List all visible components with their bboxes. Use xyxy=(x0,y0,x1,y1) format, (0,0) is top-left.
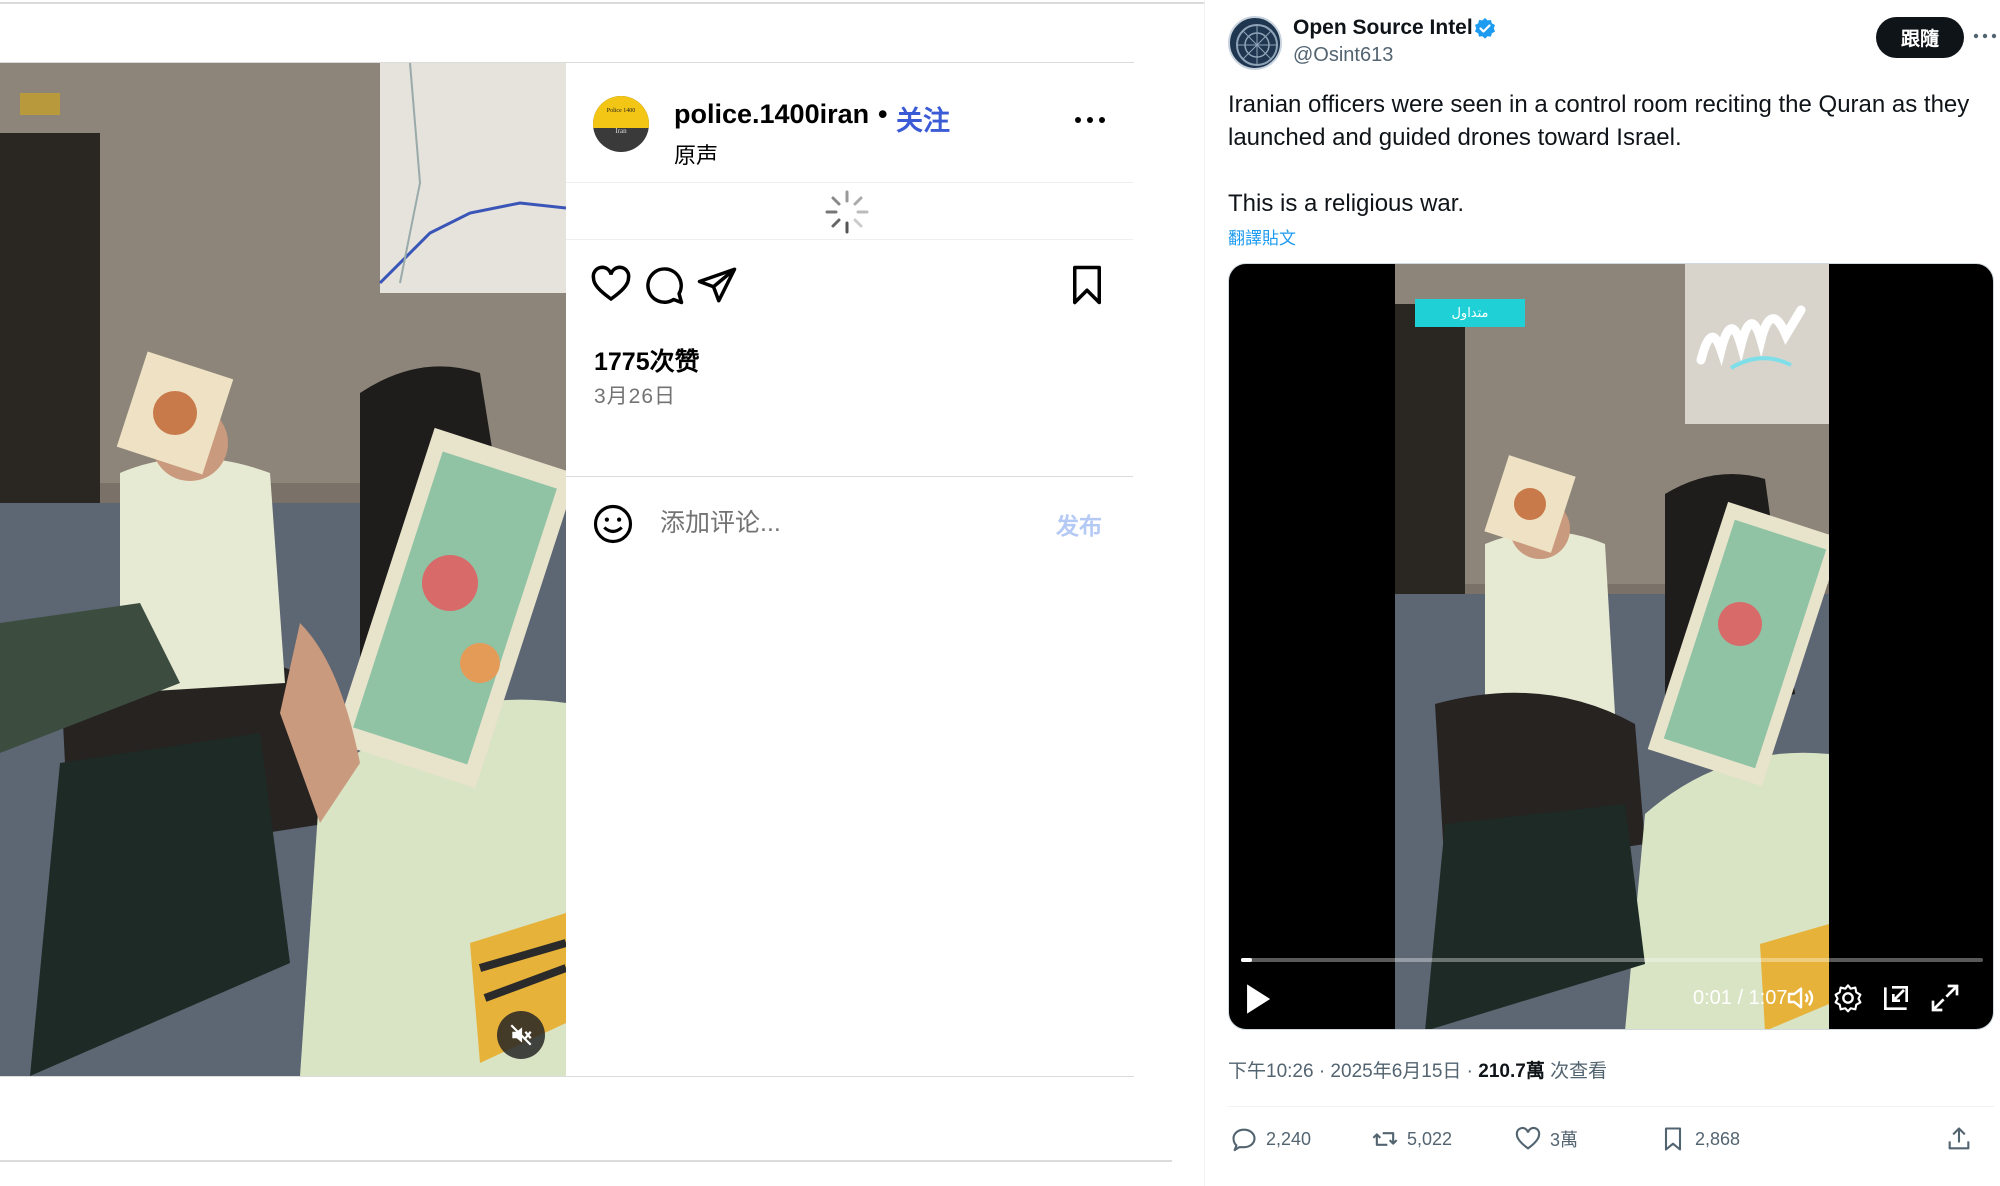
loading-spinner xyxy=(825,190,869,234)
translate-link[interactable]: 翻譯貼文 xyxy=(1228,224,1296,249)
comment-composer: 发布 xyxy=(566,477,1133,573)
heart-icon[interactable] xyxy=(590,264,632,306)
overlay-tag: متداول xyxy=(1415,299,1525,327)
repost-button[interactable]: 5,022 xyxy=(1371,1124,1452,1154)
top-divider xyxy=(0,2,1204,4)
like-icon xyxy=(1515,1126,1541,1150)
audio-label[interactable]: 原声 xyxy=(674,138,718,170)
bookmark-icon xyxy=(1664,1127,1682,1151)
video-progress-fill xyxy=(1241,958,1253,962)
author-name[interactable]: Open Source Intel xyxy=(1293,16,1473,40)
bookmark-button[interactable]: 2,868 xyxy=(1659,1124,1740,1154)
bottom-divider xyxy=(0,1160,1172,1162)
bookmark-icon[interactable] xyxy=(1066,264,1108,306)
view-count: 210.7萬 xyxy=(1478,1061,1545,1082)
tweet-meta: 下午10:26 · 2025年6月15日 · 210.7萬 次查看 xyxy=(1228,1056,1607,1083)
channel-logo-watermark xyxy=(1696,305,1806,370)
avatar[interactable] xyxy=(1228,16,1282,70)
tweet-pane: Open Source Intel @Osint613 跟隨 Iranian o… xyxy=(1204,0,2000,1186)
post-comment-button[interactable]: 发布 xyxy=(1056,507,1102,541)
tweet-text: Iranian officers were seen in a control … xyxy=(1228,88,1978,220)
share-icon xyxy=(1948,1127,1970,1150)
author-handle[interactable]: @Osint613 xyxy=(1293,44,1393,67)
video-time: 0:01 / 1:07 xyxy=(1693,987,1788,1009)
tweet-text-paragraph: This is a religious war. xyxy=(1228,190,1465,217)
post-details-panel: Police 1400 Iran police.1400iran • 关注 原声 xyxy=(566,63,1134,1076)
loading-row xyxy=(566,184,1133,240)
share-button[interactable] xyxy=(1945,1124,1973,1154)
bookmark-count: 2,868 xyxy=(1695,1128,1741,1149)
separator-dot: • xyxy=(878,99,888,129)
more-icon[interactable] xyxy=(1971,26,1999,46)
more-icon[interactable] xyxy=(1072,105,1108,135)
comment-input[interactable] xyxy=(660,503,1040,543)
video-progress-bar[interactable] xyxy=(1241,958,1983,962)
instagram-embed-pane: Police 1400 Iran police.1400iran • 关注 原声 xyxy=(0,0,1204,1186)
avatar-text-top: Police 1400 xyxy=(606,108,636,114)
follow-button[interactable]: 关注 xyxy=(896,99,950,138)
post-actions: 1775次赞 3月26日 xyxy=(566,241,1133,477)
reply-icon xyxy=(1232,1128,1256,1152)
tweet-text-paragraph: Iranian officers were seen in a control … xyxy=(1228,91,1970,151)
repost-count: 5,022 xyxy=(1407,1128,1453,1149)
muted-icon[interactable] xyxy=(497,1011,545,1059)
fullscreen-icon[interactable] xyxy=(1929,982,1961,1014)
reply-count: 2,240 xyxy=(1266,1128,1312,1149)
tweet-timestamp[interactable]: 下午10:26 · 2025年6月15日 · xyxy=(1228,1061,1478,1082)
post-video[interactable] xyxy=(0,63,566,1076)
post-header: Police 1400 Iran police.1400iran • 关注 原声 xyxy=(566,63,1133,183)
share-icon[interactable] xyxy=(696,264,738,306)
likes-count[interactable]: 1775次赞 xyxy=(594,342,700,378)
view-label: 次查看 xyxy=(1544,1061,1608,1082)
meta-divider xyxy=(1228,1106,1994,1107)
verified-badge-icon xyxy=(1475,18,1495,39)
follow-button[interactable]: 跟隨 xyxy=(1876,17,1964,58)
instagram-post-card: Police 1400 Iran police.1400iran • 关注 原声 xyxy=(0,62,1134,1077)
avatar-text-bottom: Iran xyxy=(615,127,627,135)
post-date: 3月26日 xyxy=(594,385,677,408)
video-scene-image xyxy=(0,63,566,1076)
play-icon[interactable] xyxy=(1243,982,1273,1016)
avatar[interactable]: Police 1400 Iran xyxy=(593,96,649,152)
volume-icon[interactable] xyxy=(1785,982,1817,1014)
comment-icon[interactable] xyxy=(643,264,685,306)
settings-icon[interactable] xyxy=(1832,982,1864,1014)
emoji-icon[interactable] xyxy=(592,503,634,545)
username-link[interactable]: police.1400iran xyxy=(674,99,869,130)
repost-icon xyxy=(1372,1132,1398,1146)
tweet-video-player[interactable]: متداول 0:01 / 1:07 xyxy=(1228,263,1994,1030)
reply-button[interactable]: 2,240 xyxy=(1230,1124,1311,1154)
like-count: 3萬 xyxy=(1550,1130,1579,1150)
like-button[interactable]: 3萬 xyxy=(1514,1124,1578,1154)
pip-icon[interactable] xyxy=(1880,982,1912,1014)
video-frame: متداول xyxy=(1395,264,1829,1029)
